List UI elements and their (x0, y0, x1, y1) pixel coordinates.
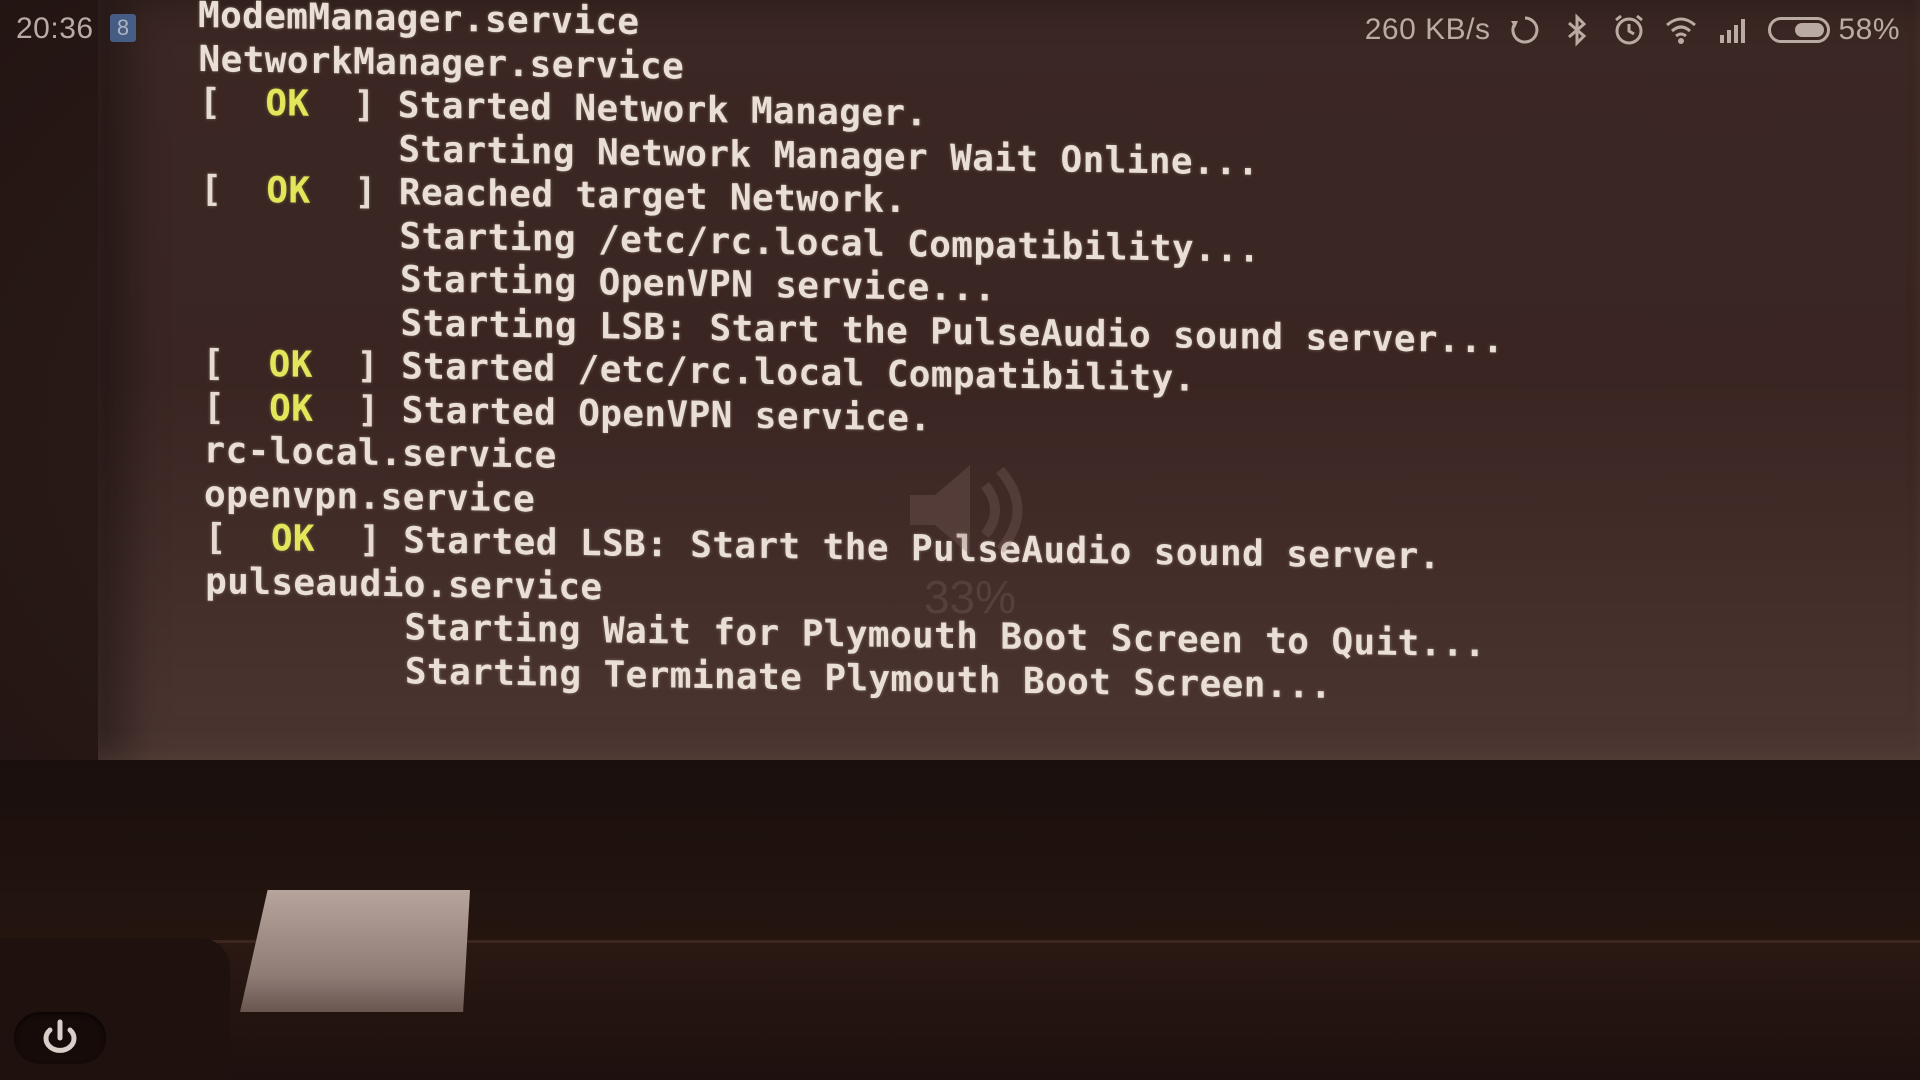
laptop-screen: ModemManager.service NetworkManager.servi… (98, 0, 1920, 760)
status-bracket-close: ] (313, 388, 402, 431)
status-bracket-close: ] (310, 170, 399, 214)
volume-overlay: 33% (900, 450, 1040, 630)
ok-status: OK (270, 518, 315, 560)
ok-status: OK (265, 83, 310, 125)
status-bracket-open: [ (204, 517, 271, 560)
clock: 20:36 (16, 12, 94, 45)
status-bracket-open: [ (202, 343, 269, 386)
speaker-icon (910, 465, 1023, 555)
console-text: Started Network Manager. (397, 85, 928, 135)
wifi-icon (1666, 17, 1697, 44)
bluetooth-icon (1568, 13, 1587, 47)
status-bracket-close: ] (314, 518, 404, 562)
battery-fill (1795, 23, 1825, 37)
console-text: Reached target Network. (398, 172, 907, 222)
photo-scene: ModemManager.service NetworkManager.servi… (0, 0, 1920, 1080)
console-text: openvpn.service (204, 473, 536, 520)
console-text: rc-local.service (203, 430, 557, 477)
status-bracket-open: [ (199, 82, 266, 125)
power-icon (43, 1019, 77, 1053)
battery: 58% (1768, 13, 1900, 47)
status-icons: 260 KB/s 58% (1365, 10, 1900, 50)
battery-percent: 58% (1838, 13, 1900, 46)
battery-icon (1768, 17, 1831, 43)
ok-status: OK (266, 170, 311, 212)
ok-status: OK (268, 344, 313, 386)
console-text: Started OpenVPN service. (401, 389, 932, 440)
signal-icon (1720, 19, 1746, 43)
sync-icon (1511, 16, 1539, 44)
status-bracket-open: [ (200, 169, 267, 212)
status-bracket-open: [ (202, 386, 270, 429)
console-text: pulseaudio.service (205, 560, 603, 608)
console-text: Starting OpenVPN service... (399, 259, 996, 310)
volume-level: 33% (923, 571, 1017, 623)
ok-status: OK (269, 387, 314, 430)
hinge-cover (240, 890, 470, 1012)
alarm-icon (1615, 14, 1644, 45)
network-speed: 260 KB/s (1364, 13, 1491, 46)
status-bracket-close: ] (312, 344, 402, 388)
status-bar: 20:36 8 260 KB/s 58% (0, 0, 1920, 58)
notification-icon: 8 (110, 14, 136, 42)
status-bracket-close: ] (309, 83, 398, 127)
power-button[interactable] (14, 1012, 106, 1064)
